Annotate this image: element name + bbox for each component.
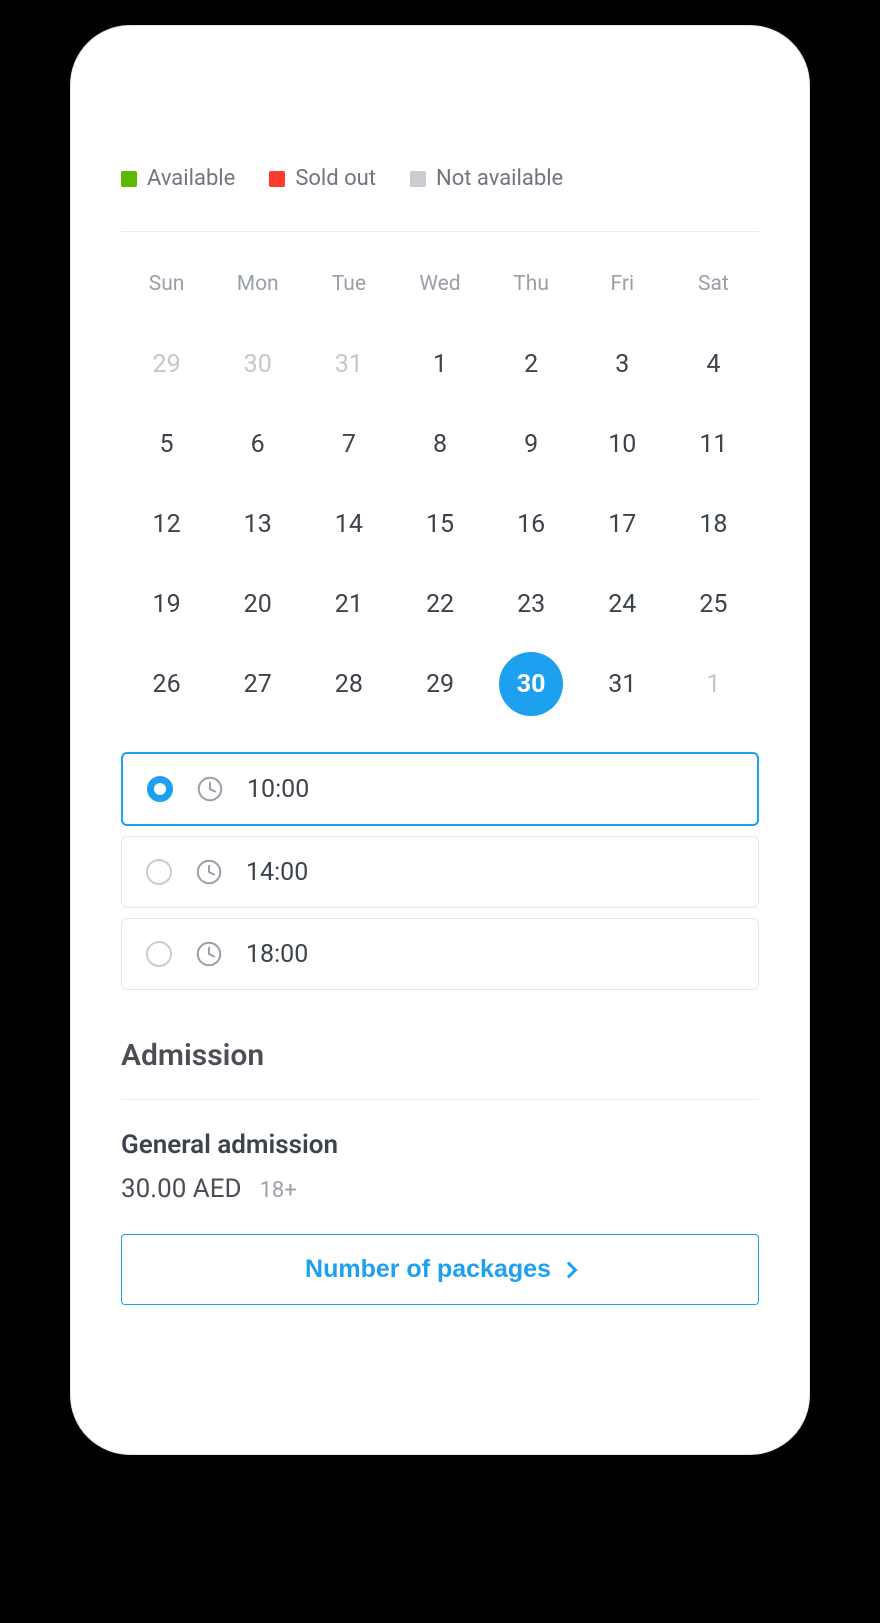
number-of-packages-button[interactable]: Number of packages	[121, 1234, 759, 1305]
calendar-day[interactable]: 28	[303, 644, 394, 724]
legend-unavailable-label: Not available	[436, 166, 563, 191]
calendar-day: 1	[668, 644, 759, 724]
calendar-body: 2930311234567891011121314151617181920212…	[121, 324, 759, 724]
calendar-day[interactable]: 22	[394, 564, 485, 644]
calendar-row: 2627282930311	[121, 644, 759, 724]
calendar-day[interactable]: 1	[394, 324, 485, 404]
legend-sold-out: Sold out	[269, 166, 376, 191]
weekday-label: Sat	[668, 272, 759, 296]
weekday-label: Fri	[577, 272, 668, 296]
timeslot-label: 18:00	[246, 940, 308, 969]
calendar-row: 19202122232425	[121, 564, 759, 644]
calendar-day[interactable]: 8	[394, 404, 485, 484]
calendar-day[interactable]: 26	[121, 644, 212, 724]
legend-available-label: Available	[147, 166, 235, 191]
timeslot-option[interactable]: 14:00	[121, 836, 759, 908]
calendar-day[interactable]: 14	[303, 484, 394, 564]
calendar-day[interactable]: 18	[668, 484, 759, 564]
calendar-day[interactable]: 21	[303, 564, 394, 644]
calendar-day[interactable]: 2	[486, 324, 577, 404]
calendar-day[interactable]: 25	[668, 564, 759, 644]
calendar-day[interactable]: 16	[486, 484, 577, 564]
clock-icon	[194, 857, 224, 887]
clock-icon	[195, 774, 225, 804]
timeslot-label: 10:00	[247, 775, 309, 804]
timeslot-option[interactable]: 18:00	[121, 918, 759, 990]
admission-section: Admission General admission 30.00 AED 18…	[121, 1038, 759, 1305]
calendar-day[interactable]: 12	[121, 484, 212, 564]
radio-icon	[146, 859, 172, 885]
calendar-row: 12131415161718	[121, 484, 759, 564]
availability-legend: Available Sold out Not available	[121, 166, 759, 232]
calendar-day: 30	[212, 324, 303, 404]
swatch-unavailable-icon	[410, 171, 426, 187]
chevron-right-icon	[560, 1261, 577, 1278]
calendar-day[interactable]: 24	[577, 564, 668, 644]
calendar-day[interactable]: 29	[394, 644, 485, 724]
calendar-day[interactable]: 20	[212, 564, 303, 644]
calendar-day[interactable]: 5	[121, 404, 212, 484]
weekday-label: Mon	[212, 272, 303, 296]
calendar-day[interactable]: 23	[486, 564, 577, 644]
price-row: 30.00 AED 18+	[121, 1174, 759, 1204]
ticket-price: 30.00 AED	[121, 1174, 242, 1204]
swatch-soldout-icon	[269, 171, 285, 187]
legend-not-available: Not available	[410, 166, 563, 191]
weekday-label: Sun	[121, 272, 212, 296]
calendar-day[interactable]: 31	[577, 644, 668, 724]
calendar-day[interactable]: 10	[577, 404, 668, 484]
legend-soldout-label: Sold out	[295, 166, 376, 191]
calendar-day[interactable]: 4	[668, 324, 759, 404]
weekday-label: Tue	[303, 272, 394, 296]
calendar-day[interactable]: 30	[486, 644, 577, 724]
calendar: SunMonTueWedThuFriSat 293031123456789101…	[121, 272, 759, 724]
calendar-day[interactable]: 6	[212, 404, 303, 484]
calendar-day: 29	[121, 324, 212, 404]
admission-heading: Admission	[121, 1038, 759, 1100]
timeslot-label: 14:00	[246, 858, 308, 887]
swatch-available-icon	[121, 171, 137, 187]
calendar-day: 31	[303, 324, 394, 404]
calendar-day[interactable]: 13	[212, 484, 303, 564]
ticket-name: General admission	[121, 1130, 759, 1160]
calendar-day[interactable]: 17	[577, 484, 668, 564]
weekday-label: Thu	[486, 272, 577, 296]
calendar-day[interactable]: 27	[212, 644, 303, 724]
calendar-row: 567891011	[121, 404, 759, 484]
calendar-day[interactable]: 9	[486, 404, 577, 484]
timeslot-list: 10:00 14:00 18:00	[121, 752, 759, 990]
legend-available: Available	[121, 166, 235, 191]
calendar-weekday-header: SunMonTueWedThuFriSat	[121, 272, 759, 296]
radio-icon	[147, 776, 173, 802]
calendar-day[interactable]: 3	[577, 324, 668, 404]
ticket-age: 18+	[260, 1178, 297, 1203]
timeslot-option[interactable]: 10:00	[121, 752, 759, 826]
clock-icon	[194, 939, 224, 969]
calendar-row: 2930311234	[121, 324, 759, 404]
weekday-label: Wed	[394, 272, 485, 296]
device-frame: Available Sold out Not available SunMonT…	[70, 25, 810, 1455]
calendar-day[interactable]: 19	[121, 564, 212, 644]
calendar-day[interactable]: 11	[668, 404, 759, 484]
radio-icon	[146, 941, 172, 967]
calendar-day[interactable]: 7	[303, 404, 394, 484]
calendar-day[interactable]: 15	[394, 484, 485, 564]
packages-button-label: Number of packages	[305, 1255, 551, 1284]
